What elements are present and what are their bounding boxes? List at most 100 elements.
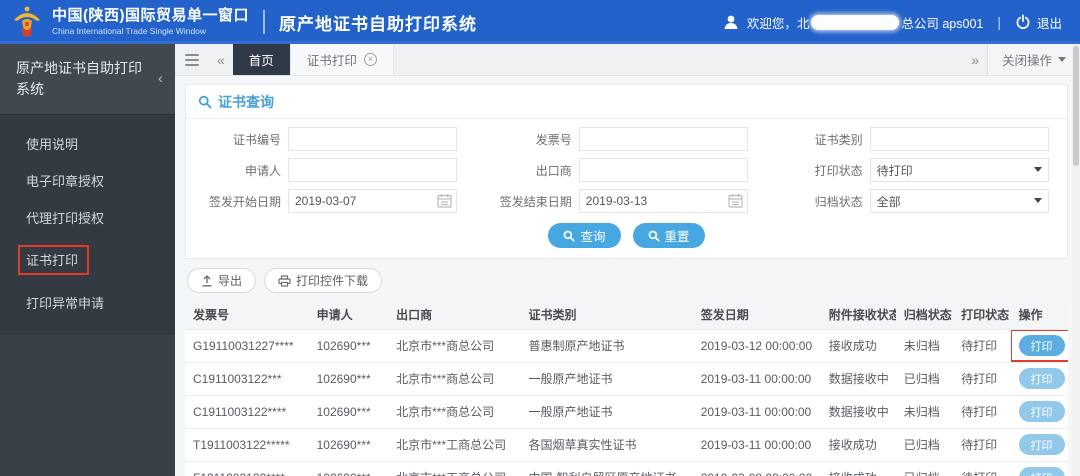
applicant-field-group: 申请人 [192, 158, 457, 182]
tab-bar-right: » 关闭操作 [963, 44, 1080, 75]
issue-date-cell: 2019-03-11 00:00:00 [692, 428, 821, 462]
invoice-no-input[interactable] [578, 127, 748, 151]
sidebar-item[interactable]: 使用说明 [0, 125, 175, 162]
user-icon [722, 13, 740, 31]
exporter-cell: 北京市***商总公司 [388, 362, 521, 396]
print-button[interactable]: 打印 [1018, 368, 1065, 389]
logout-button[interactable]: 退出 [1037, 13, 1062, 32]
scrollbar-thumb[interactable] [1073, 46, 1079, 166]
search-button[interactable]: 查询 [548, 223, 621, 248]
scroll-tabs-right-icon[interactable]: » [963, 52, 987, 68]
tab[interactable]: 证书打印 × [290, 44, 394, 75]
archive-status-cell: 已归档 [895, 362, 954, 396]
download-button-label: 打印控件下载 [296, 274, 369, 288]
export-button[interactable]: 导出 [187, 268, 257, 293]
issue-date-cell: 2019-03-08 00:00:00 [692, 461, 821, 476]
end-date-input[interactable]: 2019-03-13 [578, 189, 748, 213]
sidebar-item-label: 证书打印 [18, 245, 90, 275]
invoice-no-cell: C1911003122*** [185, 362, 309, 396]
end-date-value: 2019-03-13 [585, 194, 648, 208]
exporter-cell: 北京市***商总公司 [388, 395, 521, 429]
sidebar-item[interactable]: 证书打印 [0, 236, 175, 284]
invoice-no-cell: G19110031227**** [185, 329, 309, 363]
print-button[interactable]: 打印 [1018, 434, 1065, 455]
column-header: 附件接收状态 [820, 301, 896, 330]
print-button-wrap: 打印 [1018, 401, 1065, 422]
issue-date-cell: 2019-03-11 00:00:00 [692, 362, 821, 396]
print-button[interactable]: 打印 [1018, 335, 1065, 356]
archive-status-select[interactable]: 全部 [869, 189, 1049, 213]
sidebar-item[interactable]: 打印异常申请 [0, 284, 175, 321]
column-header: 操作 [1010, 301, 1068, 330]
tab-label: 证书打印 [306, 54, 357, 68]
archive-status-cell: 已归档 [895, 428, 954, 462]
scroll-tabs-left-icon[interactable]: « [209, 44, 233, 75]
cert-type-label: 证书类别 [814, 132, 863, 147]
power-icon[interactable] [1015, 14, 1031, 30]
cert-type-input[interactable] [869, 127, 1049, 151]
close-tab-icon[interactable]: × [363, 53, 377, 66]
cert-type-cell: 中国-智利自贸区原产地证书 [520, 461, 693, 476]
menu-toggle-icon[interactable] [175, 44, 209, 75]
print-status-cell: 待打印 [953, 362, 1011, 396]
header-divider [263, 10, 265, 34]
column-header: 打印状态 [953, 301, 1011, 330]
table-row: F1911003122****102690***北京市***工商总公司中国-智利… [185, 461, 1068, 476]
single-window-logo-icon [10, 5, 44, 39]
invoice-no-cell: F1911003122**** [185, 461, 309, 476]
print-button[interactable]: 打印 [1018, 467, 1065, 476]
sidebar-menu: 使用说明电子印章授权代理打印授权证书打印打印异常申请 [0, 115, 175, 335]
reset-button[interactable]: 重置 [632, 223, 705, 248]
end-date-field-group: 签发结束日期 2019-03-13 [483, 189, 748, 213]
vertical-scrollbar[interactable] [1072, 44, 1080, 476]
sidebar-item[interactable]: 代理打印授权 [0, 199, 175, 236]
welcome-text-suffix: 总公司 aps001 [901, 16, 984, 31]
calendar-icon[interactable] [437, 193, 452, 213]
tab-label: 首页 [248, 54, 274, 68]
tab[interactable]: 首页 [232, 44, 291, 75]
user-area: 欢迎您，北 总公司 aps001 | 退出 [722, 13, 1062, 32]
sidebar-item[interactable]: 电子印章授权 [0, 162, 175, 199]
start-date-value: 2019-03-07 [295, 194, 357, 208]
cert-no-input[interactable] [288, 127, 457, 151]
applicant-cell: 102690*** [308, 362, 389, 396]
exporter-cell: 北京市***工商总公司 [388, 428, 521, 462]
panel-title-text: 证书查询 [218, 94, 274, 110]
sidebar-collapse-icon[interactable]: ‹ [158, 68, 163, 91]
column-header: 申请人 [308, 301, 389, 330]
start-date-input[interactable]: 2019-03-07 [288, 189, 457, 213]
archive-status-label: 归档状态 [814, 194, 863, 209]
attachment-status-cell: 接收成功 [820, 329, 896, 363]
close-operations-dropdown[interactable]: 关闭操作 [986, 44, 1080, 75]
cert-type-cell: 普惠制原产地证书 [520, 329, 693, 363]
invoice-no-field-group: 发票号 [483, 127, 748, 151]
cert-type-field-group: 证书类别 [774, 127, 1049, 151]
archive-status-cell: 未归档 [895, 395, 954, 429]
panel-title: 证书查询 [186, 85, 1067, 119]
download-print-control-button[interactable]: 打印控件下载 [264, 268, 383, 293]
sidebar-item-label: 电子印章授权 [26, 174, 105, 189]
attachment-status-cell: 接收成功 [820, 461, 896, 476]
exporter-input[interactable] [578, 158, 748, 182]
sidebar: 原产地证书自助打印系统 ‹ 使用说明 电子印章授权 代理打印授权 证书打印 打印异常申请 [0, 44, 175, 476]
operation-cell: 打印 [1010, 461, 1068, 476]
table-row: C1911003122*** 102690*** 北京市***商总公司 一般原产地证书… [185, 362, 1068, 396]
top-header: 中国(陕西)国际贸易单一窗口 China International Trade… [0, 0, 1080, 44]
exporter-cell: 北京市***工商总公司 [388, 461, 521, 476]
print-status-cell: 待打印 [953, 329, 1011, 363]
table-header-row: 发票号 申请人 出口商 证书类别 签发日期 附件接收状态 归档状态 打印状态 操作 [185, 301, 1068, 330]
chevron-down-icon [1034, 198, 1042, 203]
printer-icon [278, 274, 291, 287]
reset-button-label: 重置 [664, 230, 690, 244]
applicant-input[interactable] [288, 158, 457, 182]
brand-title: 中国(陕西)国际贸易单一窗口 [52, 7, 249, 25]
issue-date-cell: 2019-03-12 00:00:00 [692, 329, 821, 363]
calendar-icon[interactable] [727, 193, 743, 213]
applicant-cell: 102690*** [308, 395, 389, 429]
cert-no-field-group: 证书编号 [192, 127, 457, 151]
attachment-status-cell: 接收成功 [820, 428, 896, 462]
certificate-query-panel: 证书查询 证书编号 发票号 证书类别 申请人 出口商 打印状态 待打印 签发开始… [185, 84, 1068, 259]
main-layout: 原产地证书自助打印系统 ‹ 使用说明 电子印章授权 代理打印授权 证书打印 打印异常申请… [0, 44, 1080, 476]
print-button[interactable]: 打印 [1018, 401, 1065, 422]
print-status-select[interactable]: 待打印 [869, 158, 1049, 182]
